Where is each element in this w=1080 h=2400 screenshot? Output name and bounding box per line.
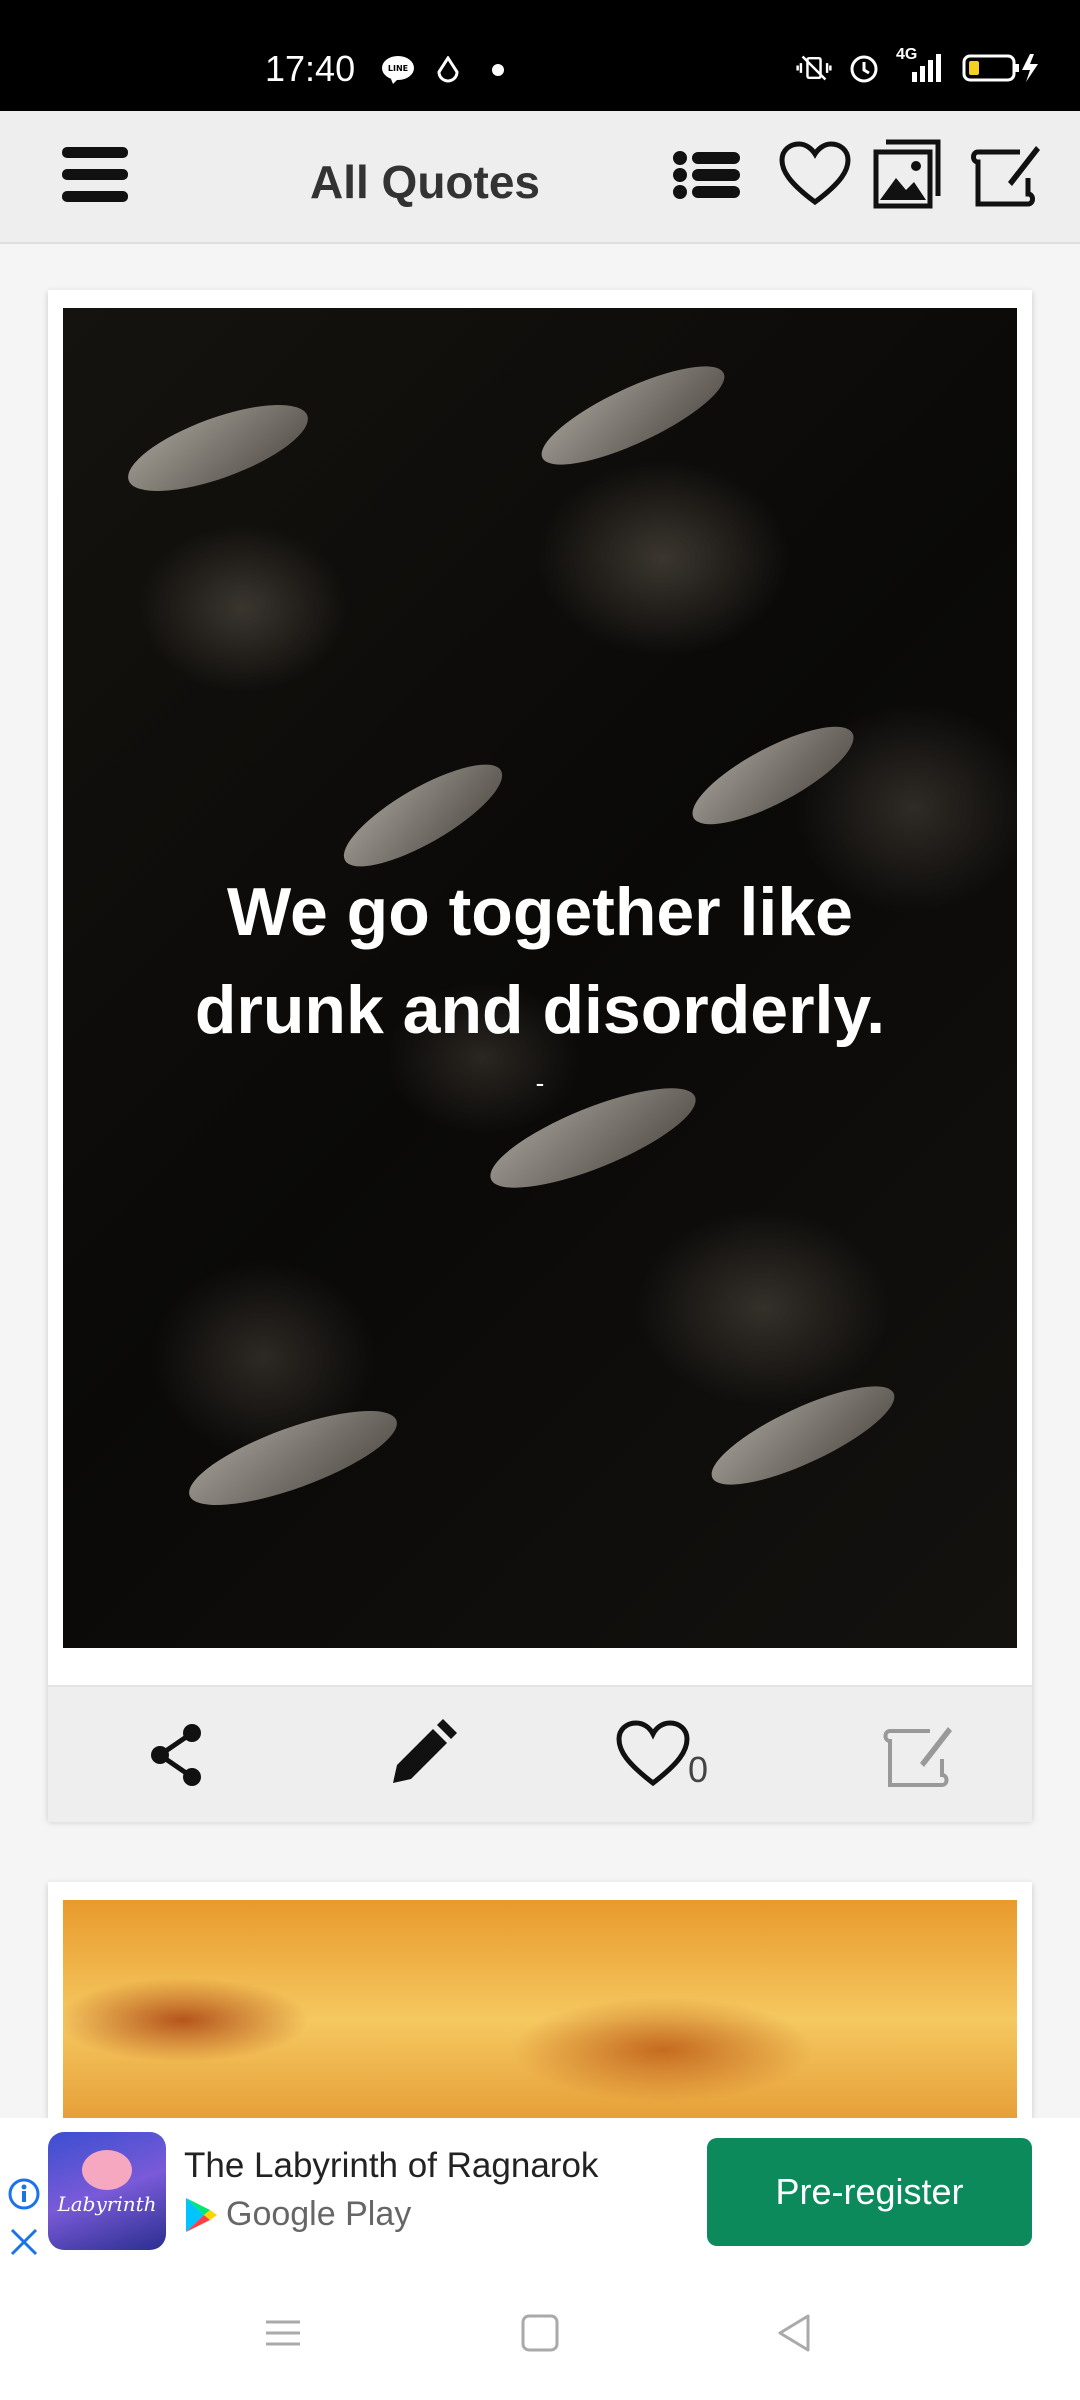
back-icon[interactable] [770,2308,820,2358]
ad-store: Google Play [184,2195,411,2234]
menu-icon[interactable] [60,139,132,211]
list-icon[interactable] [670,138,744,212]
system-nav-bar [0,2266,1080,2400]
heart-icon [616,1720,690,1787]
app-bar: All Quotes [0,111,1080,244]
pencil-icon[interactable] [381,1715,461,1795]
quote-line-2: drunk and disorderly. [194,972,886,1048]
shell-shape [530,348,736,483]
card-action-bar: 0 [48,1685,1032,1822]
alarm-icon [846,50,882,86]
quote-text: We go together like drunk and disorderly… [63,863,1017,1059]
status-bar: 17:40 LINE 4G [0,0,1080,111]
ad-store-label: Google Play [226,2195,412,2233]
battery-icon [962,50,1042,86]
shell-shape [179,1392,407,1524]
page-title: All Quotes [309,156,541,208]
edit-note-icon[interactable] [878,1715,958,1795]
ad-app-icon[interactable]: Labyrinth [48,2132,166,2250]
ad-banner[interactable]: Labyrinth The Labyrinth of Ragnarok Goog… [0,2118,1080,2266]
line-icon: LINE [380,52,416,88]
home-icon[interactable] [515,2308,565,2358]
google-play-icon [186,2197,217,2232]
ad-title[interactable]: The Labyrinth of Ragnarok [184,2146,598,2186]
pig-mascot [82,2150,132,2190]
info-icon[interactable] [8,2178,40,2210]
quote-line-1: We go together like [227,874,853,950]
like-count: 0 [688,1749,709,1790]
drop-icon [430,52,466,88]
signal-4g-icon: 4G [896,46,948,86]
close-icon[interactable] [8,2226,40,2258]
shell-shape [680,708,866,843]
shell-shape [700,1368,906,1503]
shell-shape [118,387,318,509]
status-system-icons: 4G [796,46,1042,86]
pre-register-button[interactable]: Pre-register [707,2138,1032,2246]
quote-background-image[interactable]: We go together like drunk and disorderly… [63,308,1017,1648]
edit-icon[interactable] [968,138,1042,212]
like-button[interactable] [613,1715,693,1795]
gallery-icon[interactable] [872,138,946,212]
status-notification-icons: LINE [380,52,516,88]
svg-text:LINE: LINE [388,64,408,73]
share-icon[interactable] [138,1715,218,1795]
dot-icon [480,52,516,88]
quote-author: - [535,1068,545,1098]
recents-icon[interactable] [258,2308,308,2358]
quote-card: We go together like drunk and disorderly… [48,290,1032,1822]
heart-icon[interactable] [778,138,852,212]
status-time: 17:40 [265,48,356,89]
ad-app-logo-text: Labyrinth [57,2192,157,2216]
vibrate-icon [796,50,832,86]
